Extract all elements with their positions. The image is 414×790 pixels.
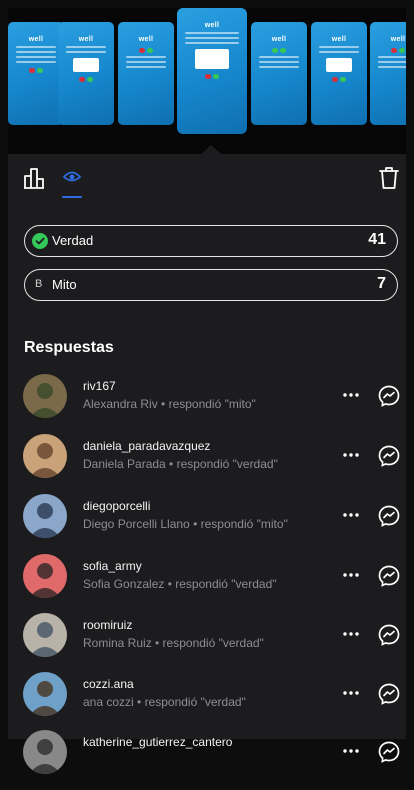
messenger-icon[interactable] bbox=[377, 384, 401, 408]
story-thumbnail[interactable]: well bbox=[118, 22, 174, 125]
chart-icon[interactable] bbox=[24, 167, 48, 189]
response-row[interactable]: katherine_gutierrez_cantero bbox=[8, 730, 406, 790]
poll-option-label: Verdad bbox=[52, 233, 94, 248]
response-subtitle: ana cozzi • respondió "verdad" bbox=[83, 695, 246, 709]
avatar[interactable] bbox=[23, 613, 67, 657]
avatar[interactable] bbox=[23, 494, 67, 538]
story-thumbnail-selected[interactable]: well bbox=[177, 8, 247, 134]
eye-icon[interactable] bbox=[63, 170, 81, 184]
avatar[interactable] bbox=[23, 730, 67, 774]
messenger-icon[interactable] bbox=[377, 682, 401, 706]
more-options-icon[interactable] bbox=[341, 568, 361, 582]
response-subtitle: Diego Porcelli Llano • respondió "mito" bbox=[83, 517, 288, 531]
more-options-icon[interactable] bbox=[341, 448, 361, 462]
story-brand: well bbox=[28, 36, 44, 43]
active-tab-indicator bbox=[62, 196, 82, 198]
messenger-icon[interactable] bbox=[377, 504, 401, 528]
poll-option-verdad[interactable]: Verdad 41 bbox=[24, 225, 398, 257]
response-username[interactable]: cozzi.ana bbox=[83, 677, 134, 691]
response-subtitle: Romina Ruiz • respondió "verdad" bbox=[83, 636, 264, 650]
poll-option-count: 7 bbox=[377, 275, 386, 292]
more-options-icon[interactable] bbox=[341, 388, 361, 402]
response-subtitle: Alexandra Riv • respondió "mito" bbox=[83, 397, 256, 411]
messenger-icon[interactable] bbox=[377, 444, 401, 468]
story-brand: well bbox=[271, 36, 287, 43]
more-options-icon[interactable] bbox=[341, 744, 361, 758]
story-thumbnail[interactable]: well bbox=[311, 22, 367, 125]
response-subtitle: Daniela Parada • respondió "verdad" bbox=[83, 457, 278, 471]
response-username[interactable]: katherine_gutierrez_cantero bbox=[83, 735, 232, 749]
trash-icon[interactable] bbox=[378, 166, 400, 190]
story-brand: well bbox=[331, 36, 347, 43]
story-brand: well bbox=[138, 36, 154, 43]
response-username[interactable]: daniela_paradavazquez bbox=[83, 439, 210, 453]
responses-heading: Respuestas bbox=[24, 339, 114, 356]
story-thumbnail[interactable]: well bbox=[370, 22, 406, 125]
response-row[interactable]: cozzi.ana ana cozzi • respondió "verdad" bbox=[8, 672, 406, 732]
story-thumbnail[interactable]: well bbox=[58, 22, 114, 125]
response-row[interactable]: diegoporcelli Diego Porcelli Llano • resp… bbox=[8, 494, 406, 554]
more-options-icon[interactable] bbox=[341, 686, 361, 700]
response-row[interactable]: riv167 Alexandra Riv • respondió "mito" bbox=[8, 374, 406, 434]
response-row[interactable]: daniela_paradavazquez Daniela Parada • re… bbox=[8, 434, 406, 494]
response-row[interactable]: roomiruiz Romina Ruiz • respondió "verdad… bbox=[8, 613, 406, 673]
response-subtitle: Sofia Gonzalez • respondió "verdad" bbox=[83, 577, 277, 591]
story-strip: well well well well well well well bbox=[8, 8, 406, 154]
story-dots bbox=[177, 74, 247, 79]
check-icon bbox=[32, 233, 48, 249]
response-username[interactable]: roomiruiz bbox=[83, 618, 132, 632]
response-username[interactable]: riv167 bbox=[83, 379, 116, 393]
more-options-icon[interactable] bbox=[341, 508, 361, 522]
messenger-icon[interactable] bbox=[377, 564, 401, 588]
avatar[interactable] bbox=[23, 374, 67, 418]
messenger-icon[interactable] bbox=[377, 623, 401, 647]
messenger-icon[interactable] bbox=[377, 740, 401, 764]
story-dots bbox=[251, 48, 307, 53]
story-dots bbox=[58, 77, 114, 82]
avatar[interactable] bbox=[23, 554, 67, 598]
story-dots bbox=[370, 48, 406, 53]
response-username[interactable]: sofia_army bbox=[83, 559, 142, 573]
story-brand: well bbox=[390, 36, 406, 43]
poll-option-count: 41 bbox=[368, 231, 386, 248]
avatar[interactable] bbox=[23, 672, 67, 716]
poll-option-mito[interactable]: B Mito 7 bbox=[24, 269, 398, 301]
response-username[interactable]: diegoporcelli bbox=[83, 499, 150, 513]
story-brand: well bbox=[78, 36, 94, 43]
more-options-icon[interactable] bbox=[341, 627, 361, 641]
story-thumbnail[interactable]: well bbox=[8, 22, 64, 125]
story-insights-panel: Verdad 41 B Mito 7 Respuestas riv167 Alex… bbox=[8, 154, 406, 774]
avatar[interactable] bbox=[23, 434, 67, 478]
story-dots bbox=[311, 77, 367, 82]
story-brand: well bbox=[204, 22, 220, 29]
story-thumbnail[interactable]: well bbox=[251, 22, 307, 125]
selection-pointer bbox=[201, 145, 221, 154]
poll-option-letter: B bbox=[35, 278, 43, 290]
response-row[interactable]: sofia_army Sofia Gonzalez • respondió "ve… bbox=[8, 554, 406, 614]
story-dots bbox=[8, 68, 64, 73]
poll-option-label: Mito bbox=[52, 277, 77, 292]
story-dots bbox=[118, 48, 174, 53]
